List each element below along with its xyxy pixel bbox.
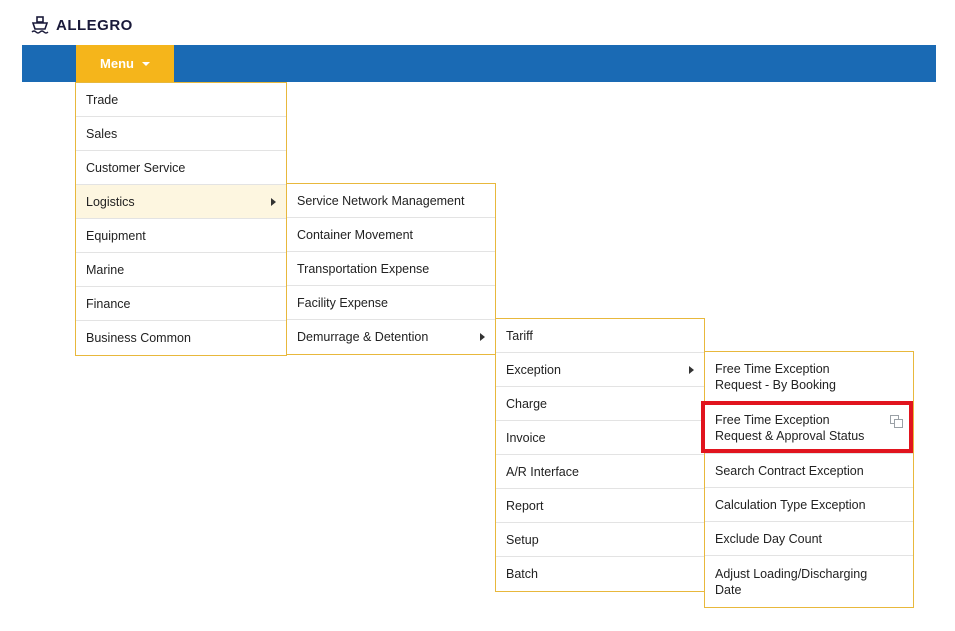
menu-item-sales[interactable]: Sales xyxy=(76,117,286,151)
menu-level-4: Free Time Exception Request - By Booking… xyxy=(704,351,914,608)
chevron-right-icon xyxy=(689,365,694,374)
menu-item-service-network-management[interactable]: Service Network Management xyxy=(287,184,495,218)
menu-item-label: Search Contract Exception xyxy=(715,463,864,478)
menu-item-report[interactable]: Report xyxy=(496,489,704,523)
menu-item-label: Demurrage & Detention xyxy=(297,330,429,344)
menu-item-label: Marine xyxy=(86,262,125,277)
menu-item-ar-interface[interactable]: A/R Interface xyxy=(496,455,704,489)
menu-button[interactable]: Menu xyxy=(76,45,174,82)
menu-item-transportation-expense[interactable]: Transportation Expense xyxy=(287,252,495,286)
menu-item-label: Facility Expense xyxy=(297,295,389,310)
menu-item-label: Finance xyxy=(86,296,131,311)
menu-item-label: Transportation Expense xyxy=(297,261,430,276)
menu-button-label: Menu xyxy=(100,56,134,71)
menu-item-customer-service[interactable]: Customer Service xyxy=(76,151,286,185)
menu-item-label: Free Time Exception Request & Approval S… xyxy=(715,413,865,443)
logo-text: ALLEGRO xyxy=(56,16,133,34)
menu-item-label: Tariff xyxy=(506,328,533,343)
menu-level-3: Tariff Exception Charge Invoice A/R Inte… xyxy=(495,318,705,592)
menu-item-container-movement[interactable]: Container Movement xyxy=(287,218,495,252)
menu-item-label: A/R Interface xyxy=(506,464,579,479)
menu-item-free-time-exception-by-booking[interactable]: Free Time Exception Request - By Booking xyxy=(705,352,913,403)
menu-item-label: Free Time Exception Request - By Booking xyxy=(715,362,836,392)
menu-item-exclude-day-count[interactable]: Exclude Day Count xyxy=(705,522,913,556)
menu-item-label: Sales xyxy=(86,126,118,141)
menu-item-label: Setup xyxy=(506,532,539,547)
menu-item-label: Adjust Loading/Discharging Date xyxy=(715,566,868,597)
menu-item-free-time-exception-approval-status[interactable]: Free Time Exception Request & Approval S… xyxy=(705,403,913,454)
menu-item-batch[interactable]: Batch xyxy=(496,557,704,591)
menu-item-label: Trade xyxy=(86,92,119,107)
menu-item-facility-expense[interactable]: Facility Expense xyxy=(287,286,495,320)
menu-item-demurrage-detention[interactable]: Demurrage & Detention xyxy=(287,320,495,354)
menu-item-label: Logistics xyxy=(86,194,135,209)
menu-item-label: Invoice xyxy=(506,430,546,445)
caret-down-icon xyxy=(141,61,150,66)
menu-item-logistics[interactable]: Logistics xyxy=(76,185,286,219)
ship-icon xyxy=(31,16,49,34)
menu-item-label: Service Network Management xyxy=(297,193,465,208)
menu-item-invoice[interactable]: Invoice xyxy=(496,421,704,455)
menu-item-label: Customer Service xyxy=(86,160,186,175)
menu-item-trade[interactable]: Trade xyxy=(76,83,286,117)
menu-item-tariff[interactable]: Tariff xyxy=(496,319,704,353)
menu-item-label: Exception xyxy=(506,362,561,377)
menu-item-label: Calculation Type Exception xyxy=(715,497,866,512)
menu-item-equipment[interactable]: Equipment xyxy=(76,219,286,253)
menu-item-label: Report xyxy=(506,498,544,513)
menu-item-business-common[interactable]: Business Common xyxy=(76,321,286,355)
menu-item-label: Equipment xyxy=(86,228,146,243)
chevron-right-icon xyxy=(480,333,485,341)
menu-item-label: Business Common xyxy=(86,331,191,345)
menu-item-label: Batch xyxy=(506,567,538,581)
menu-item-label: Exclude Day Count xyxy=(715,531,823,546)
menu-item-label: Container Movement xyxy=(297,227,414,242)
chevron-right-icon xyxy=(271,197,276,206)
app-logo[interactable]: ALLEGRO xyxy=(30,14,133,36)
menu-item-label: Charge xyxy=(506,396,547,411)
menu-item-search-contract-exception[interactable]: Search Contract Exception xyxy=(705,454,913,488)
menu-item-adjust-loading-discharging-date[interactable]: Adjust Loading/Discharging Date xyxy=(705,556,913,607)
open-new-window-icon[interactable] xyxy=(890,415,903,428)
menu-level-2: Service Network Management Container Mov… xyxy=(286,183,496,355)
menu-item-marine[interactable]: Marine xyxy=(76,253,286,287)
menu-item-charge[interactable]: Charge xyxy=(496,387,704,421)
menu-item-setup[interactable]: Setup xyxy=(496,523,704,557)
menu-item-calculation-type-exception[interactable]: Calculation Type Exception xyxy=(705,488,913,522)
menu-item-finance[interactable]: Finance xyxy=(76,287,286,321)
menu-item-exception[interactable]: Exception xyxy=(496,353,704,387)
menu-level-1: Trade Sales Customer Service Logistics E… xyxy=(75,82,287,356)
